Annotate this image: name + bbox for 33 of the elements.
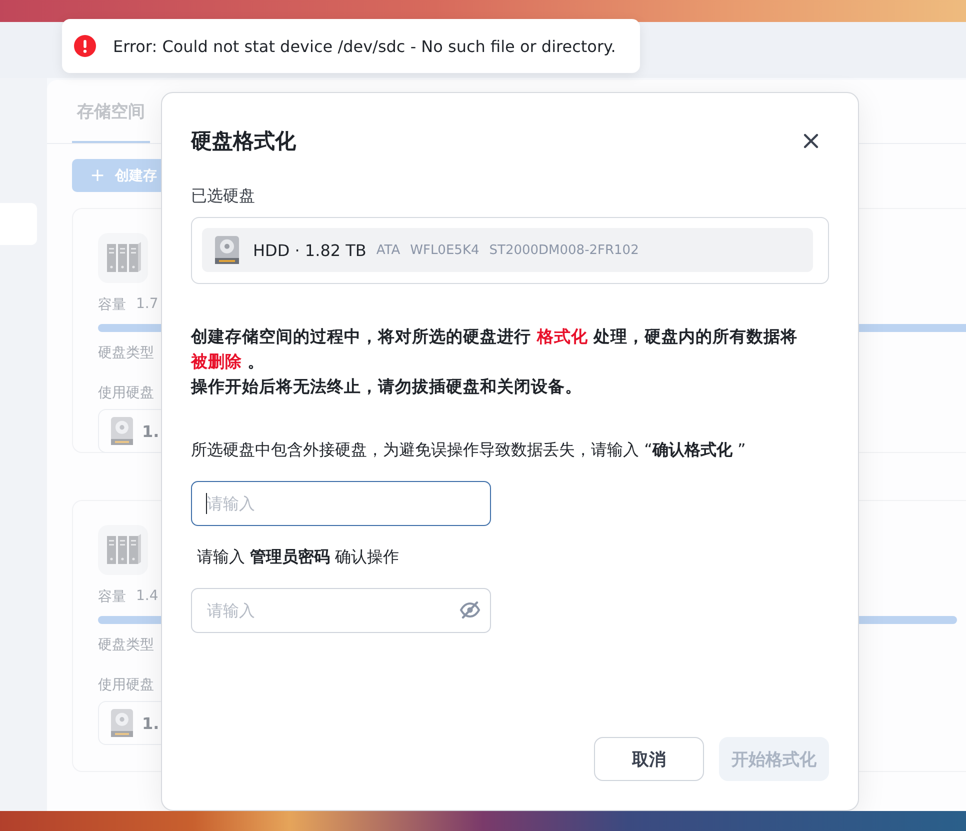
disk-chip[interactable]: 1. (98, 701, 161, 745)
field-label: 所选硬盘中包含外接硬盘，为避免误操作导致数据丢失，请输入 “确认格式化 ” (191, 439, 747, 461)
warning-text: 创建存储空间的过程中，将对所选的硬盘进行 格式化 处理，硬盘内的所有数据将 被删除 。 (191, 326, 798, 373)
dialog-title: 硬盘格式化 (191, 128, 296, 155)
selected-disks-label: 已选硬盘 (191, 186, 256, 207)
error-icon (74, 35, 96, 57)
hard-drive-icon (109, 708, 135, 738)
capacity-bar (98, 324, 161, 332)
disk-detail: WFL0E5K4 (410, 242, 480, 258)
eye-slash-icon (459, 601, 481, 619)
warning-text: 操作开始后将无法终止，请勿拔插硬盘和关闭设备。 (191, 376, 583, 398)
capacity-label: 容量 (98, 588, 126, 606)
capacity-value: 1.4 (136, 588, 158, 606)
capacity-value: 1.7 (136, 296, 158, 314)
disk-name: HDD · 1.82 TB (253, 240, 366, 260)
capacity-label: 容量 (98, 296, 126, 314)
disk-detail: ATA (376, 242, 400, 258)
disk-detail: ST2000DM008-2FR102 (489, 242, 639, 258)
disk-type-label: 硬盘类型 (98, 344, 154, 362)
password-field[interactable]: 请输入 (191, 588, 491, 633)
input-field[interactable]: 请输入 (191, 481, 491, 526)
capacity-bar (98, 616, 161, 624)
tab[interactable]: 存储空间 (72, 100, 150, 143)
cancel-button[interactable]: 取消 (594, 737, 704, 781)
toast-message: Error: Could not stat device /dev/sdc - No such file or directory. (113, 36, 616, 56)
text-cursor (206, 493, 207, 514)
hard-drive-icon (213, 235, 241, 265)
field-label: 请输入 管理员密码 确认操作 (196, 546, 400, 568)
hard-drive-icon (109, 416, 135, 446)
disks-label: 使用硬盘 (98, 676, 154, 694)
disk-type-label: 硬盘类型 (98, 636, 154, 654)
disk-chip[interactable]: 1. (98, 409, 161, 453)
disks-label: 使用硬盘 (98, 384, 154, 402)
